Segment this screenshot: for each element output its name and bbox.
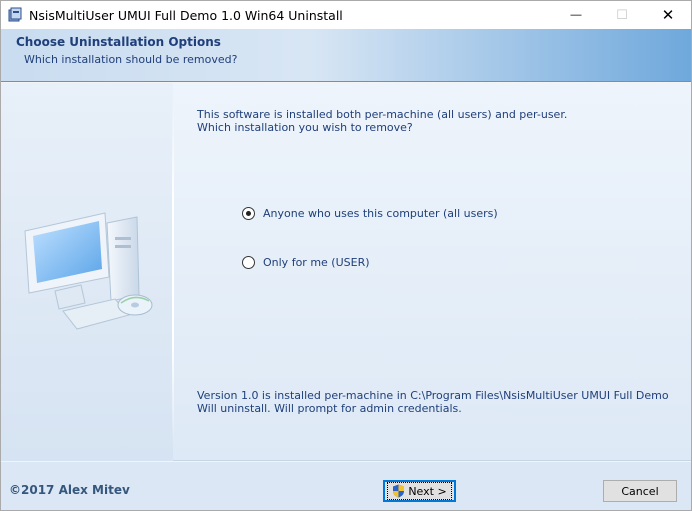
maximize-button[interactable]: ☐: [599, 1, 645, 29]
next-button-focus: Next >: [387, 482, 452, 500]
uac-shield-icon: [393, 484, 405, 498]
minimize-button[interactable]: —: [553, 1, 599, 29]
next-button[interactable]: Next >: [383, 480, 456, 502]
installer-app-icon: [8, 7, 22, 22]
option-all-users[interactable]: Anyone who uses this computer (all users…: [242, 207, 498, 220]
brand-text: ©2017 Alex Mitev: [9, 483, 130, 497]
radio-current-user[interactable]: [242, 256, 255, 269]
close-button[interactable]: ✕: [645, 1, 691, 29]
uninstall-window: NsisMultiUser UMUI Full Demo 1.0 Win64 U…: [0, 0, 692, 511]
option-all-users-label[interactable]: Anyone who uses this computer (all users…: [263, 207, 498, 220]
header-banner: Choose Uninstallation Options Which inst…: [1, 29, 691, 82]
close-icon: ✕: [661, 7, 675, 24]
minimize-icon: —: [570, 9, 582, 21]
page-title: Choose Uninstallation Options: [16, 35, 221, 49]
content-panel: This software is installed both per-mach…: [1, 83, 691, 461]
side-image-panel: [1, 83, 173, 461]
page-subtitle: Which installation should be removed?: [24, 53, 238, 66]
window-controls: — ☐ ✕: [553, 1, 691, 29]
footer-bar: ©2017 Alex Mitev Next > Cancel: [1, 462, 691, 510]
maximize-icon: ☐: [616, 7, 628, 22]
intro-text-line-2: Which installation you wish to remove?: [197, 121, 413, 134]
title-bar: NsisMultiUser UMUI Full Demo 1.0 Win64 U…: [1, 1, 691, 29]
status-text-line-2: Will uninstall. Will prompt for admin cr…: [197, 402, 462, 415]
cancel-button[interactable]: Cancel: [603, 480, 677, 502]
panel-divider: [172, 97, 174, 447]
option-current-user[interactable]: Only for me (USER): [242, 256, 370, 269]
next-button-label: Next >: [408, 484, 447, 498]
window-title: NsisMultiUser UMUI Full Demo 1.0 Win64 U…: [29, 7, 343, 23]
radio-all-users[interactable]: [242, 207, 255, 220]
intro-text-line-1: This software is installed both per-mach…: [197, 108, 568, 121]
status-text-line-1: Version 1.0 is installed per-machine in …: [197, 389, 669, 402]
option-current-user-label[interactable]: Only for me (USER): [263, 256, 370, 269]
cancel-button-label: Cancel: [621, 484, 659, 498]
computer-illustration: [24, 212, 153, 330]
